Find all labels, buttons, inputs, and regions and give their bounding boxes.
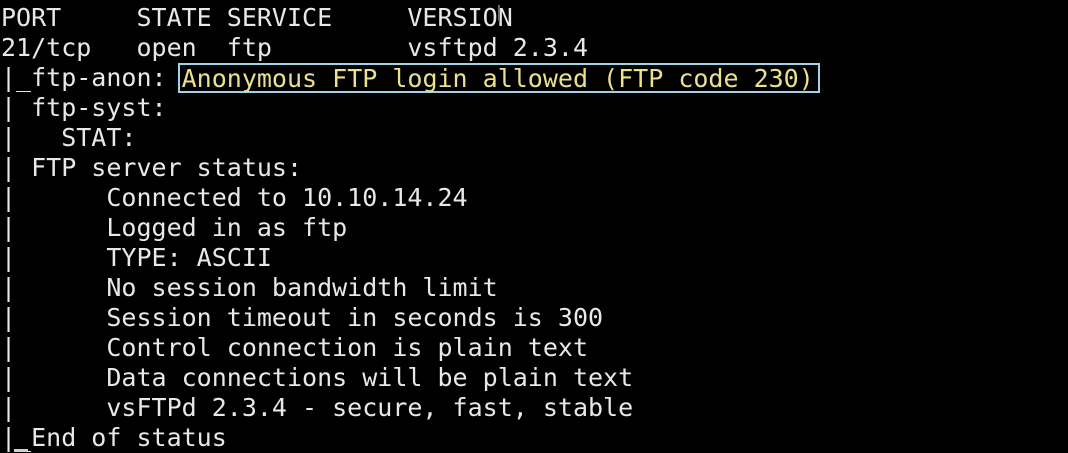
text-cursor-icon: [498, 5, 500, 21]
ftp-anon-highlight: Anonymous FTP login allowed (FTP code 23…: [177, 63, 820, 93]
script-output-line: | ftp-syst:: [1, 93, 167, 122]
script-output-line: | Connected to 10.10.14.24: [1, 183, 468, 212]
nmap-port-line: 21/tcp open ftp vsftpd 2.3.4: [1, 33, 588, 62]
script-output-line: | No session bandwidth limit: [1, 273, 498, 302]
script-output-line: | vsFTPd 2.3.4 - secure, fast, stable: [1, 393, 634, 422]
script-output-line: | STAT:: [1, 123, 137, 152]
terminal-window[interactable]: PORT STATE SERVICE VERSION 21/tcp open f…: [0, 0, 1068, 453]
script-output-line: |_End of status: [1, 423, 227, 452]
script-output-line: | TYPE: ASCII: [1, 243, 272, 272]
prompt-cursor-icon: [14, 449, 28, 452]
script-output-line: | Data connections will be plain text: [1, 363, 634, 392]
nmap-header-line: PORT STATE SERVICE VERSION: [1, 3, 513, 32]
ftp-anon-prefix: |_ftp-anon:: [1, 63, 182, 92]
script-output-line: | FTP server status:: [1, 153, 303, 182]
script-output-line: | Logged in as ftp: [1, 213, 348, 242]
ftp-anon-line: |_ftp-anon: Anonymous FTP login allowed …: [1, 63, 1068, 93]
script-output-line: | Control connection is plain text: [1, 333, 588, 362]
script-output-line: | Session timeout in seconds is 300: [1, 303, 604, 332]
